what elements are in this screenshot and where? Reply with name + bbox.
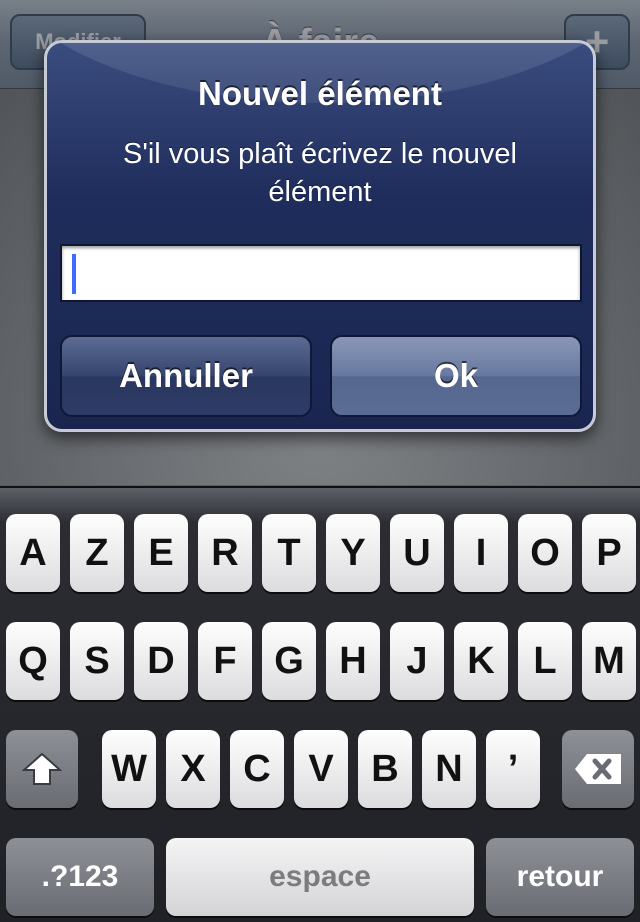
key-w[interactable]: W	[102, 730, 156, 808]
key-j[interactable]: J	[390, 622, 444, 700]
key-e[interactable]: E	[134, 514, 188, 592]
key-l[interactable]: L	[518, 622, 572, 700]
delete-key[interactable]	[562, 730, 634, 808]
return-key[interactable]: retour	[486, 838, 634, 916]
shift-key[interactable]	[6, 730, 78, 808]
key-g[interactable]: G	[262, 622, 316, 700]
key-y[interactable]: Y	[326, 514, 380, 592]
key-m[interactable]: M	[582, 622, 636, 700]
text-caret	[72, 254, 76, 294]
key-d[interactable]: D	[134, 622, 188, 700]
key-k[interactable]: K	[454, 622, 508, 700]
key-f[interactable]: F	[198, 622, 252, 700]
key-r[interactable]: R	[198, 514, 252, 592]
key-n[interactable]: N	[422, 730, 476, 808]
key-q[interactable]: Q	[6, 622, 60, 700]
key-t[interactable]: T	[262, 514, 316, 592]
key-apostrophe[interactable]: ’	[486, 730, 540, 808]
key-i[interactable]: I	[454, 514, 508, 592]
ok-button[interactable]: Ok	[330, 335, 582, 417]
key-z[interactable]: Z	[70, 514, 124, 592]
alert-message: S'il vous plaît écrivez le nouvel élémen…	[122, 138, 517, 208]
key-p[interactable]: P	[582, 514, 636, 592]
new-item-input[interactable]	[60, 244, 582, 302]
key-a[interactable]: A	[6, 514, 60, 592]
keyboard: A Z E R T Y U I O P Q S D F G H J K L M …	[0, 486, 640, 922]
new-item-alert: Nouvel élément S'il vous plaît écrivez l…	[44, 40, 596, 432]
key-b[interactable]: B	[358, 730, 412, 808]
shift-arrow-icon	[22, 752, 62, 785]
key-c[interactable]: C	[230, 730, 284, 808]
key-x[interactable]: X	[166, 730, 220, 808]
key-h[interactable]: H	[326, 622, 380, 700]
key-o[interactable]: O	[518, 514, 572, 592]
numbers-key[interactable]: .?123	[6, 838, 154, 916]
key-v[interactable]: V	[294, 730, 348, 808]
backspace-icon	[575, 754, 621, 784]
alert-title: Nouvel élément	[198, 75, 442, 112]
space-key[interactable]: espace	[166, 838, 474, 916]
key-u[interactable]: U	[390, 514, 444, 592]
key-s[interactable]: S	[70, 622, 124, 700]
cancel-button[interactable]: Annuller	[60, 335, 312, 417]
